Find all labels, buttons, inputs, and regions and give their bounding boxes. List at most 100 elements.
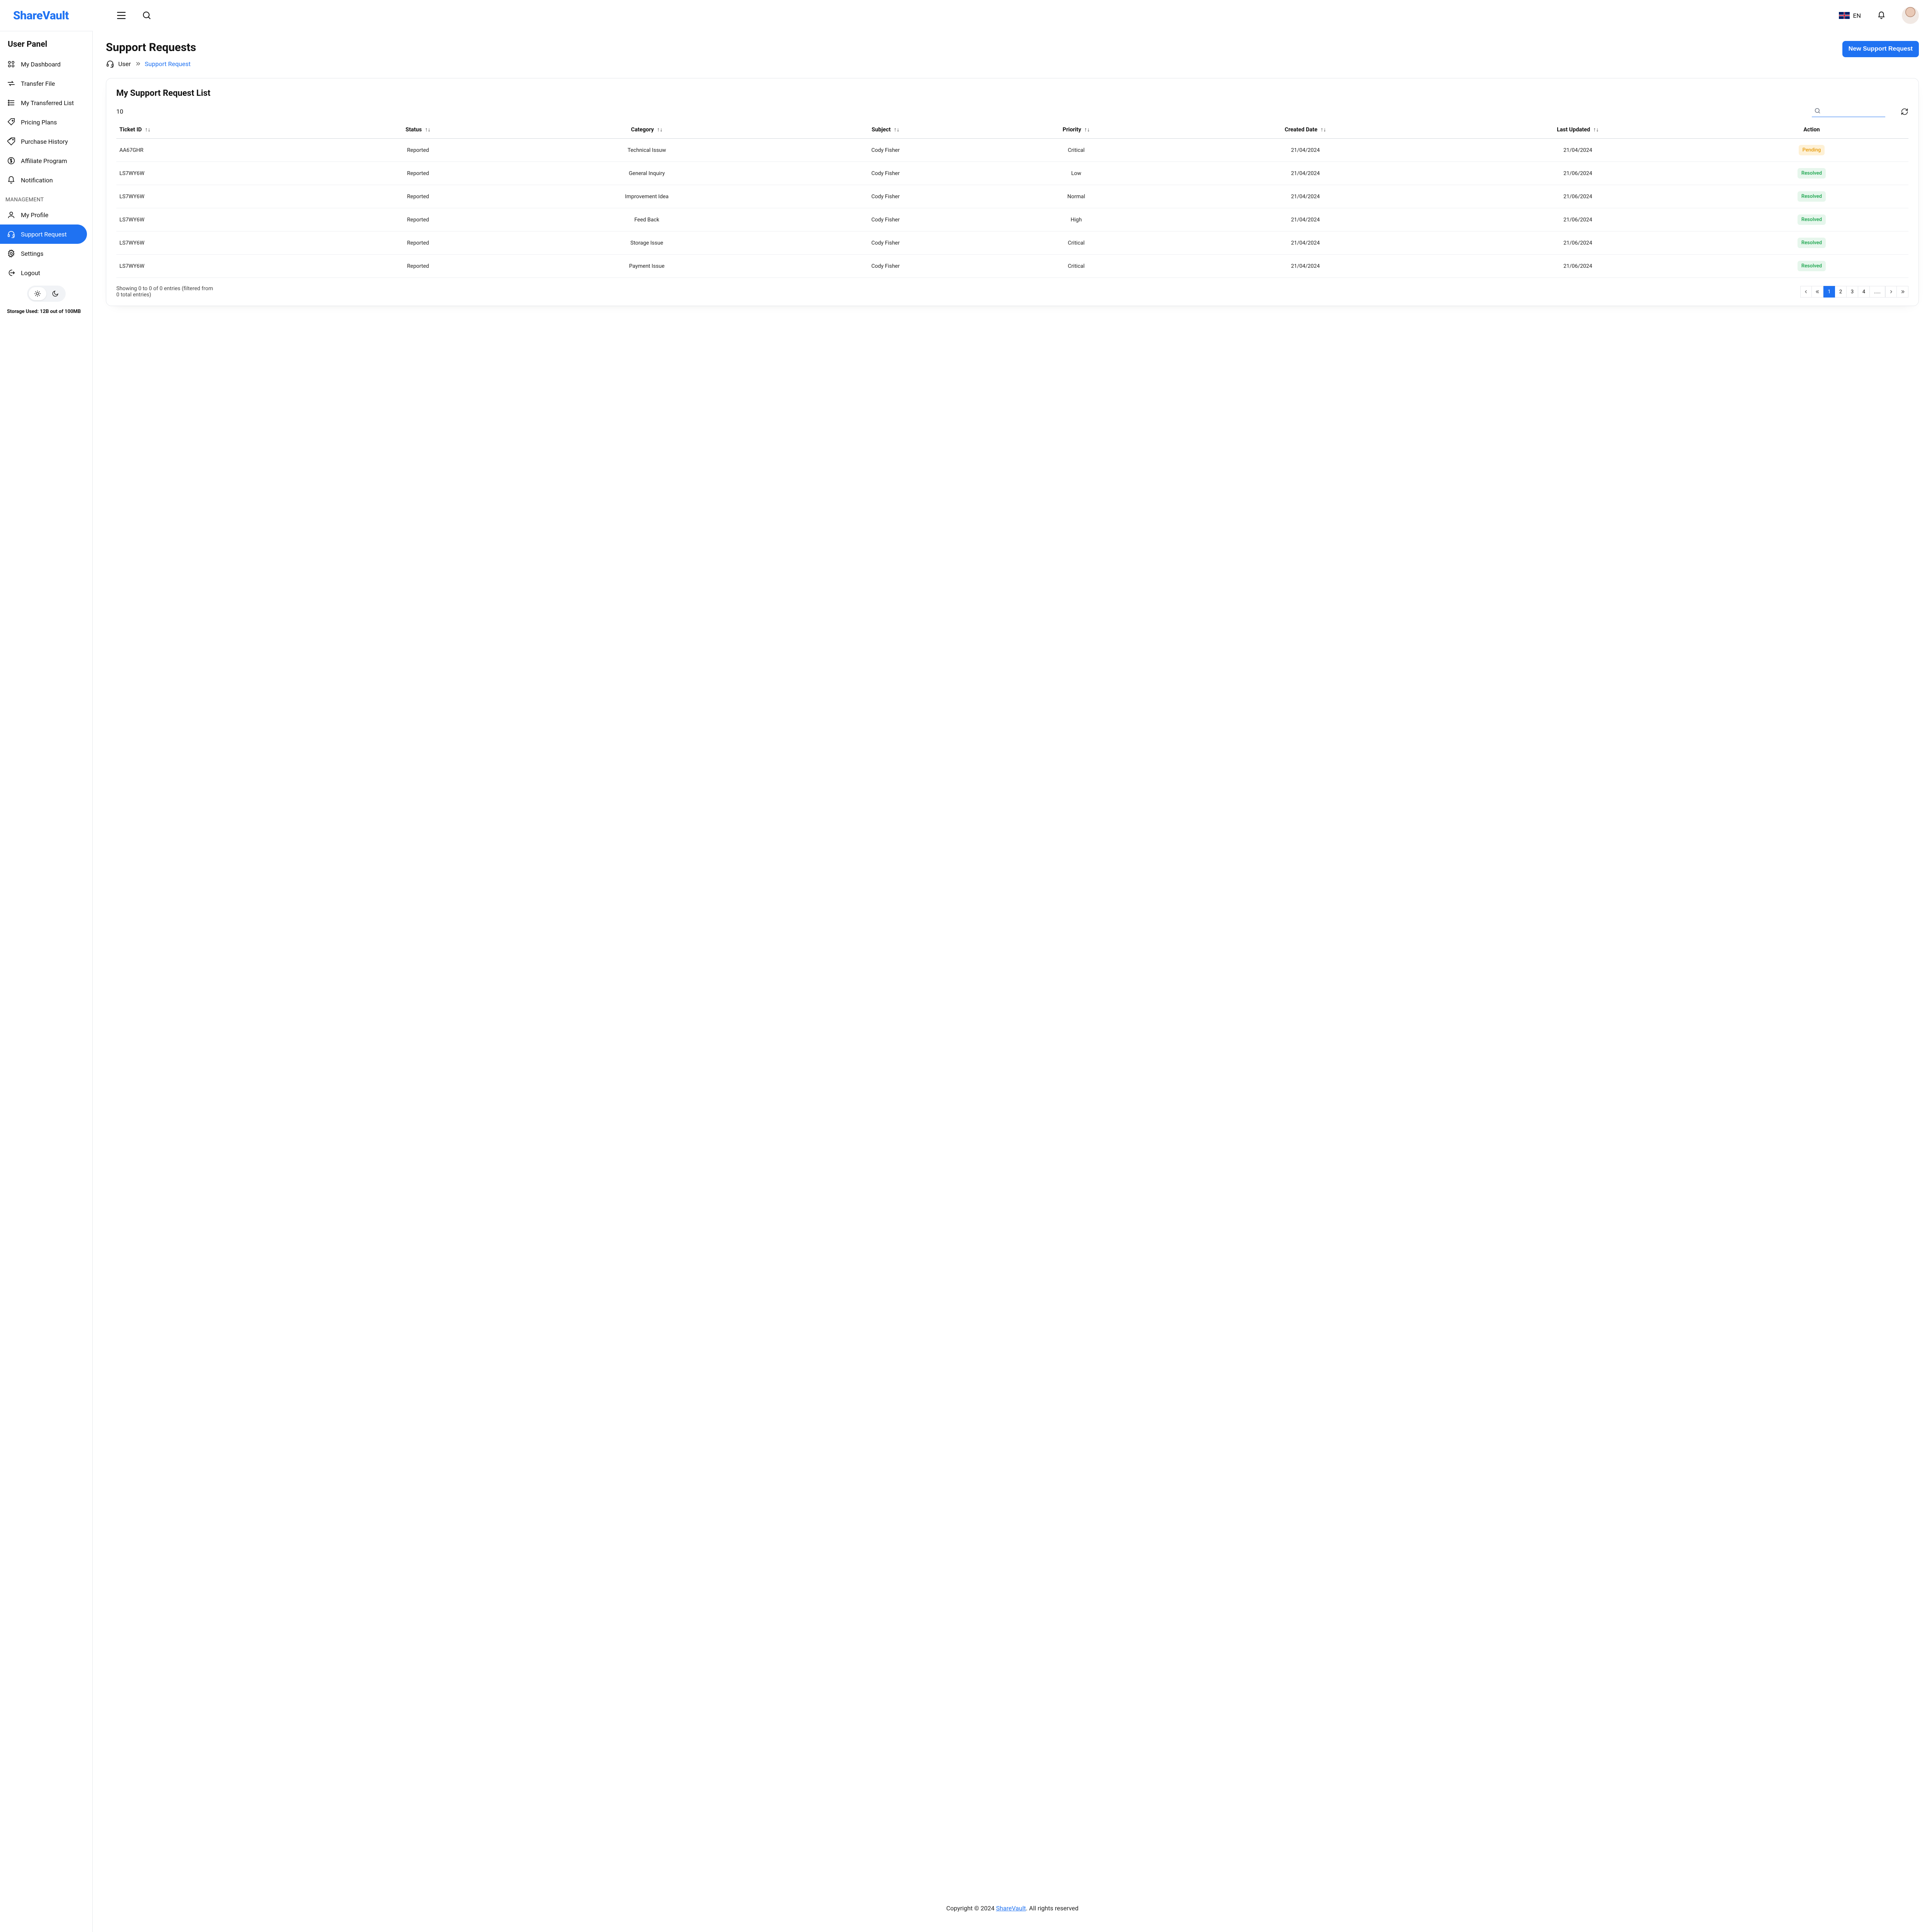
- table-cell: LS7WY6W: [116, 185, 331, 208]
- brand-logo[interactable]: ShareVault: [13, 9, 69, 22]
- table-cell: LS7WY6W: [116, 162, 331, 185]
- table-cell: 21/06/2024: [1441, 255, 1715, 278]
- support-request-card: My Support Request List 10 Ticket ID↑↓St…: [106, 78, 1919, 306]
- sidebar-item-affiliate[interactable]: Affiliate Program: [0, 151, 92, 170]
- sort-icon: ↑↓: [145, 126, 151, 133]
- sidebar-item-label: My Dashboard: [21, 61, 61, 68]
- sidebar-item-my-profile[interactable]: My Profile: [0, 205, 92, 224]
- table-cell: Reported: [331, 162, 505, 185]
- table-cell: 21/04/2024: [1170, 208, 1441, 231]
- table-row[interactable]: LS7WY6WReportedGeneral InquiryCody Fishe…: [116, 162, 1908, 185]
- sidebar-item-label: Purchase History: [21, 138, 68, 145]
- table-cell: Improvement Idea: [505, 185, 789, 208]
- table-row[interactable]: AA67GHRReportedTechnical IssuwCody Fishe…: [116, 139, 1908, 162]
- dollar-circle-icon: [7, 156, 15, 165]
- footer-link[interactable]: ShareVault: [996, 1905, 1026, 1912]
- gear-icon: [7, 249, 15, 258]
- pagination-page[interactable]: 4: [1858, 286, 1870, 298]
- status-badge[interactable]: Pending: [1799, 145, 1825, 155]
- pagination-prev[interactable]: [1800, 286, 1812, 298]
- table-cell: 21/06/2024: [1441, 231, 1715, 255]
- sort-icon: ↑↓: [1084, 126, 1090, 133]
- sidebar-item-dashboard[interactable]: My Dashboard: [0, 54, 92, 74]
- sidebar: User Panel My Dashboard Transfer File My…: [0, 31, 93, 1932]
- page-size-select[interactable]: 10: [116, 108, 123, 115]
- table-cell: 21/04/2024: [1170, 231, 1441, 255]
- table-cell: 21/06/2024: [1441, 162, 1715, 185]
- action-cell: Resolved: [1715, 255, 1908, 278]
- table-cell: Reported: [331, 139, 505, 162]
- column-header[interactable]: Priority↑↓: [983, 121, 1170, 139]
- column-header[interactable]: Status↑↓: [331, 121, 505, 139]
- action-cell: Resolved: [1715, 162, 1908, 185]
- column-header[interactable]: Ticket ID↑↓: [116, 121, 331, 139]
- status-badge[interactable]: Resolved: [1798, 191, 1826, 202]
- refresh-icon[interactable]: [1901, 108, 1908, 116]
- sidebar-item-label: Settings: [21, 250, 43, 257]
- avatar[interactable]: [1902, 7, 1919, 24]
- sidebar-item-label: Affiliate Program: [21, 157, 67, 165]
- column-header[interactable]: Last Updated↑↓: [1441, 121, 1715, 139]
- sidebar-item-settings[interactable]: Settings: [0, 244, 92, 263]
- status-badge[interactable]: Resolved: [1798, 168, 1826, 179]
- transfer-icon: [7, 79, 15, 88]
- pagination-page[interactable]: 3: [1847, 286, 1858, 298]
- action-cell: Resolved: [1715, 231, 1908, 255]
- table-cell: High: [983, 208, 1170, 231]
- table-cell: Critical: [983, 139, 1170, 162]
- column-header[interactable]: Subject↑↓: [789, 121, 983, 139]
- sidebar-item-transfer-file[interactable]: Transfer File: [0, 74, 92, 93]
- breadcrumb-user[interactable]: User: [118, 60, 131, 68]
- table-row[interactable]: LS7WY6WReportedFeed BackCody FisherHigh2…: [116, 208, 1908, 231]
- light-mode-button[interactable]: [29, 287, 46, 300]
- table-cell: General Inquiry: [505, 162, 789, 185]
- sidebar-item-pricing[interactable]: Pricing Plans: [0, 112, 92, 132]
- table-cell: Reported: [331, 231, 505, 255]
- sidebar-item-label: My Transferred List: [21, 99, 74, 107]
- sidebar-item-logout[interactable]: Logout: [0, 263, 92, 282]
- table-cell: Payment Issue: [505, 255, 789, 278]
- pagination-last[interactable]: [1897, 286, 1908, 298]
- bell-icon[interactable]: [1877, 11, 1886, 20]
- support-request-table: Ticket ID↑↓Status↑↓Category↑↓Subject↑↓Pr…: [116, 121, 1908, 278]
- pagination-page[interactable]: 2: [1835, 286, 1847, 298]
- hamburger-menu-icon[interactable]: [117, 11, 126, 20]
- table-cell: LS7WY6W: [116, 208, 331, 231]
- language-selector[interactable]: EN: [1839, 12, 1861, 19]
- table-cell: Cody Fisher: [789, 208, 983, 231]
- table-row[interactable]: LS7WY6WReportedImprovement IdeaCody Fish…: [116, 185, 1908, 208]
- table-cell: 21/04/2024: [1170, 255, 1441, 278]
- dark-mode-button[interactable]: [46, 287, 64, 300]
- status-badge[interactable]: Resolved: [1798, 238, 1826, 248]
- sidebar-item-notification[interactable]: Notification: [0, 170, 92, 190]
- sidebar-item-transferred-list[interactable]: My Transferred List: [0, 93, 92, 112]
- table-cell: AA67GHR: [116, 139, 331, 162]
- footer-prefix: Copyright © 2024: [946, 1905, 996, 1912]
- search-icon[interactable]: [142, 11, 151, 20]
- table-cell: Cody Fisher: [789, 139, 983, 162]
- status-badge[interactable]: Resolved: [1798, 214, 1826, 225]
- tag-icon: [7, 118, 15, 126]
- entries-info-text: Showing 0 to 0 of 0 entries (filtered fr…: [116, 286, 217, 298]
- breadcrumb-current[interactable]: Support Request: [145, 60, 191, 68]
- table-search-input[interactable]: [1812, 106, 1885, 117]
- sidebar-item-label: Support Request: [21, 231, 67, 238]
- sidebar-item-purchase-history[interactable]: Purchase History: [0, 132, 92, 151]
- column-header[interactable]: Created Date↑↓: [1170, 121, 1441, 139]
- table-cell: 21/04/2024: [1170, 185, 1441, 208]
- table-cell: Storage Issue: [505, 231, 789, 255]
- column-header[interactable]: Category↑↓: [505, 121, 789, 139]
- pagination-first[interactable]: [1812, 286, 1823, 298]
- new-support-request-button[interactable]: New Support Request: [1842, 41, 1919, 57]
- pagination-next[interactable]: [1885, 286, 1897, 298]
- table-cell: LS7WY6W: [116, 231, 331, 255]
- table-row[interactable]: LS7WY6WReportedStorage IssueCody FisherC…: [116, 231, 1908, 255]
- table-cell: Reported: [331, 208, 505, 231]
- table-cell: LS7WY6W: [116, 255, 331, 278]
- table-cell: Cody Fisher: [789, 255, 983, 278]
- pagination-page[interactable]: 1: [1823, 286, 1835, 298]
- table-row[interactable]: LS7WY6WReportedPayment IssueCody FisherC…: [116, 255, 1908, 278]
- search-small-icon: [1814, 107, 1821, 114]
- status-badge[interactable]: Resolved: [1798, 261, 1826, 271]
- sidebar-item-support-request[interactable]: Support Request: [0, 224, 87, 244]
